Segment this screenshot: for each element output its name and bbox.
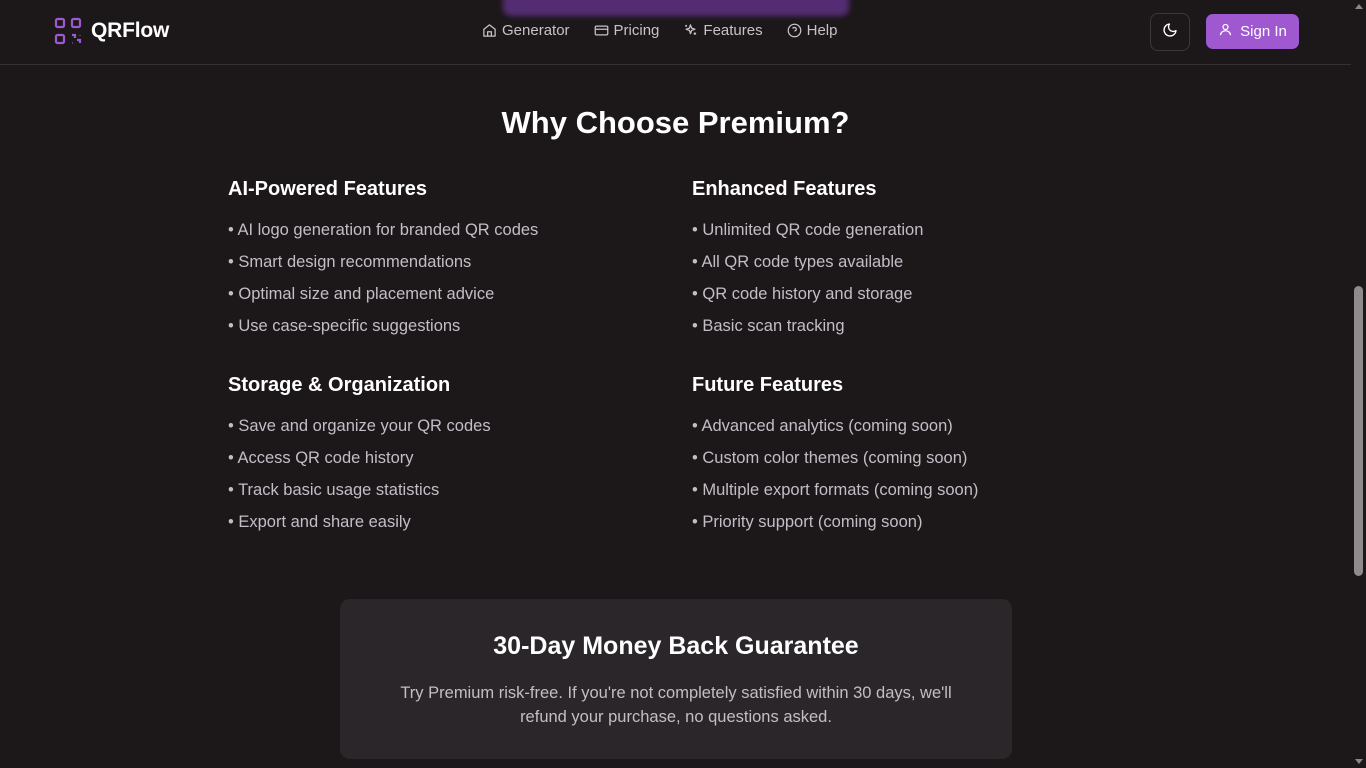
feature-list: • Advanced analytics (coming soon) • Cus… bbox=[692, 416, 1122, 544]
credit-card-icon bbox=[594, 23, 609, 38]
list-item: • Advanced analytics (coming soon) bbox=[692, 417, 953, 435]
sign-in-label: Sign In bbox=[1240, 23, 1287, 40]
list-item: • Save and organize your QR codes bbox=[228, 417, 491, 435]
list-item: • All QR code types available bbox=[692, 253, 904, 271]
nav-help[interactable]: Help bbox=[787, 22, 838, 39]
feature-section-heading: Future Features bbox=[692, 374, 844, 396]
guarantee-title: 30-Day Money Back Guarantee bbox=[493, 632, 859, 660]
qr-code-icon bbox=[54, 17, 82, 45]
list-item: • Export and share easily bbox=[228, 513, 411, 531]
user-icon bbox=[1218, 22, 1233, 41]
feature-section-future: Future Features • Advanced analytics (co… bbox=[692, 373, 1122, 544]
vertical-scrollbar[interactable] bbox=[1351, 0, 1366, 768]
feature-section-heading: AI-Powered Features bbox=[228, 178, 427, 200]
list-item: • Smart design recommendations bbox=[228, 253, 472, 271]
scroll-up-arrow-icon[interactable] bbox=[1355, 4, 1363, 9]
list-item: • Access QR code history bbox=[228, 449, 414, 467]
list-item: • Unlimited QR code generation bbox=[692, 221, 924, 239]
list-item: • AI logo generation for branded QR code… bbox=[228, 221, 539, 239]
nav-pricing[interactable]: Pricing bbox=[594, 22, 660, 39]
home-icon bbox=[482, 23, 497, 38]
list-item: • QR code history and storage bbox=[692, 285, 913, 303]
feature-list: • AI logo generation for branded QR code… bbox=[228, 220, 658, 348]
feature-list: • Unlimited QR code generation • All QR … bbox=[692, 220, 1122, 348]
page: QRFlow Generator Pricing Features Help S… bbox=[0, 0, 1351, 768]
list-item: • Multiple export formats (coming soon) bbox=[692, 481, 979, 499]
top-navbar: QRFlow Generator Pricing Features Help S… bbox=[0, 0, 1351, 65]
help-circle-icon bbox=[787, 23, 802, 38]
theme-toggle-button[interactable] bbox=[1150, 13, 1190, 51]
nav-generator[interactable]: Generator bbox=[482, 22, 570, 39]
scrolled-content-peek bbox=[503, 0, 849, 16]
section-title: Why Choose Premium? bbox=[501, 105, 850, 140]
brand-name: QRFlow bbox=[91, 19, 170, 42]
nav-features[interactable]: Features bbox=[683, 22, 763, 39]
nav-features-label: Features bbox=[703, 22, 763, 39]
feature-list: • Save and organize your QR codes • Acce… bbox=[228, 416, 658, 544]
scroll-down-arrow-icon[interactable] bbox=[1355, 759, 1363, 764]
feature-section-enhanced: Enhanced Features • Unlimited QR code ge… bbox=[692, 177, 1122, 348]
list-item: • Priority support (coming soon) bbox=[692, 513, 923, 531]
nav-generator-label: Generator bbox=[502, 22, 570, 39]
nav-help-label: Help bbox=[806, 22, 838, 39]
feature-section-storage: Storage & Organization • Save and organi… bbox=[228, 373, 658, 544]
feature-section-heading: Storage & Organization bbox=[228, 374, 451, 396]
list-item: • Optimal size and placement advice bbox=[228, 285, 495, 303]
list-item: • Custom color themes (coming soon) bbox=[692, 449, 968, 467]
nav-pricing-label: Pricing bbox=[613, 22, 660, 39]
guarantee-card: 30-Day Money Back Guarantee Try Premium … bbox=[340, 599, 1012, 759]
feature-section-ai: AI-Powered Features • AI logo generation… bbox=[228, 177, 658, 348]
sparkles-icon bbox=[683, 23, 698, 38]
list-item: • Basic scan tracking bbox=[692, 317, 845, 335]
list-item: • Track basic usage statistics bbox=[228, 481, 440, 499]
sign-in-button[interactable]: Sign In bbox=[1206, 14, 1299, 49]
scrollbar-thumb[interactable] bbox=[1354, 286, 1363, 576]
main-nav: Generator Pricing Features Help bbox=[482, 22, 837, 39]
feature-section-heading: Enhanced Features bbox=[692, 178, 877, 200]
moon-icon bbox=[1162, 22, 1178, 43]
brand-logo[interactable]: QRFlow bbox=[54, 17, 169, 45]
guarantee-text: Try Premium risk-free. If you're not com… bbox=[400, 684, 952, 726]
list-item: • Use case-specific suggestions bbox=[228, 317, 461, 335]
